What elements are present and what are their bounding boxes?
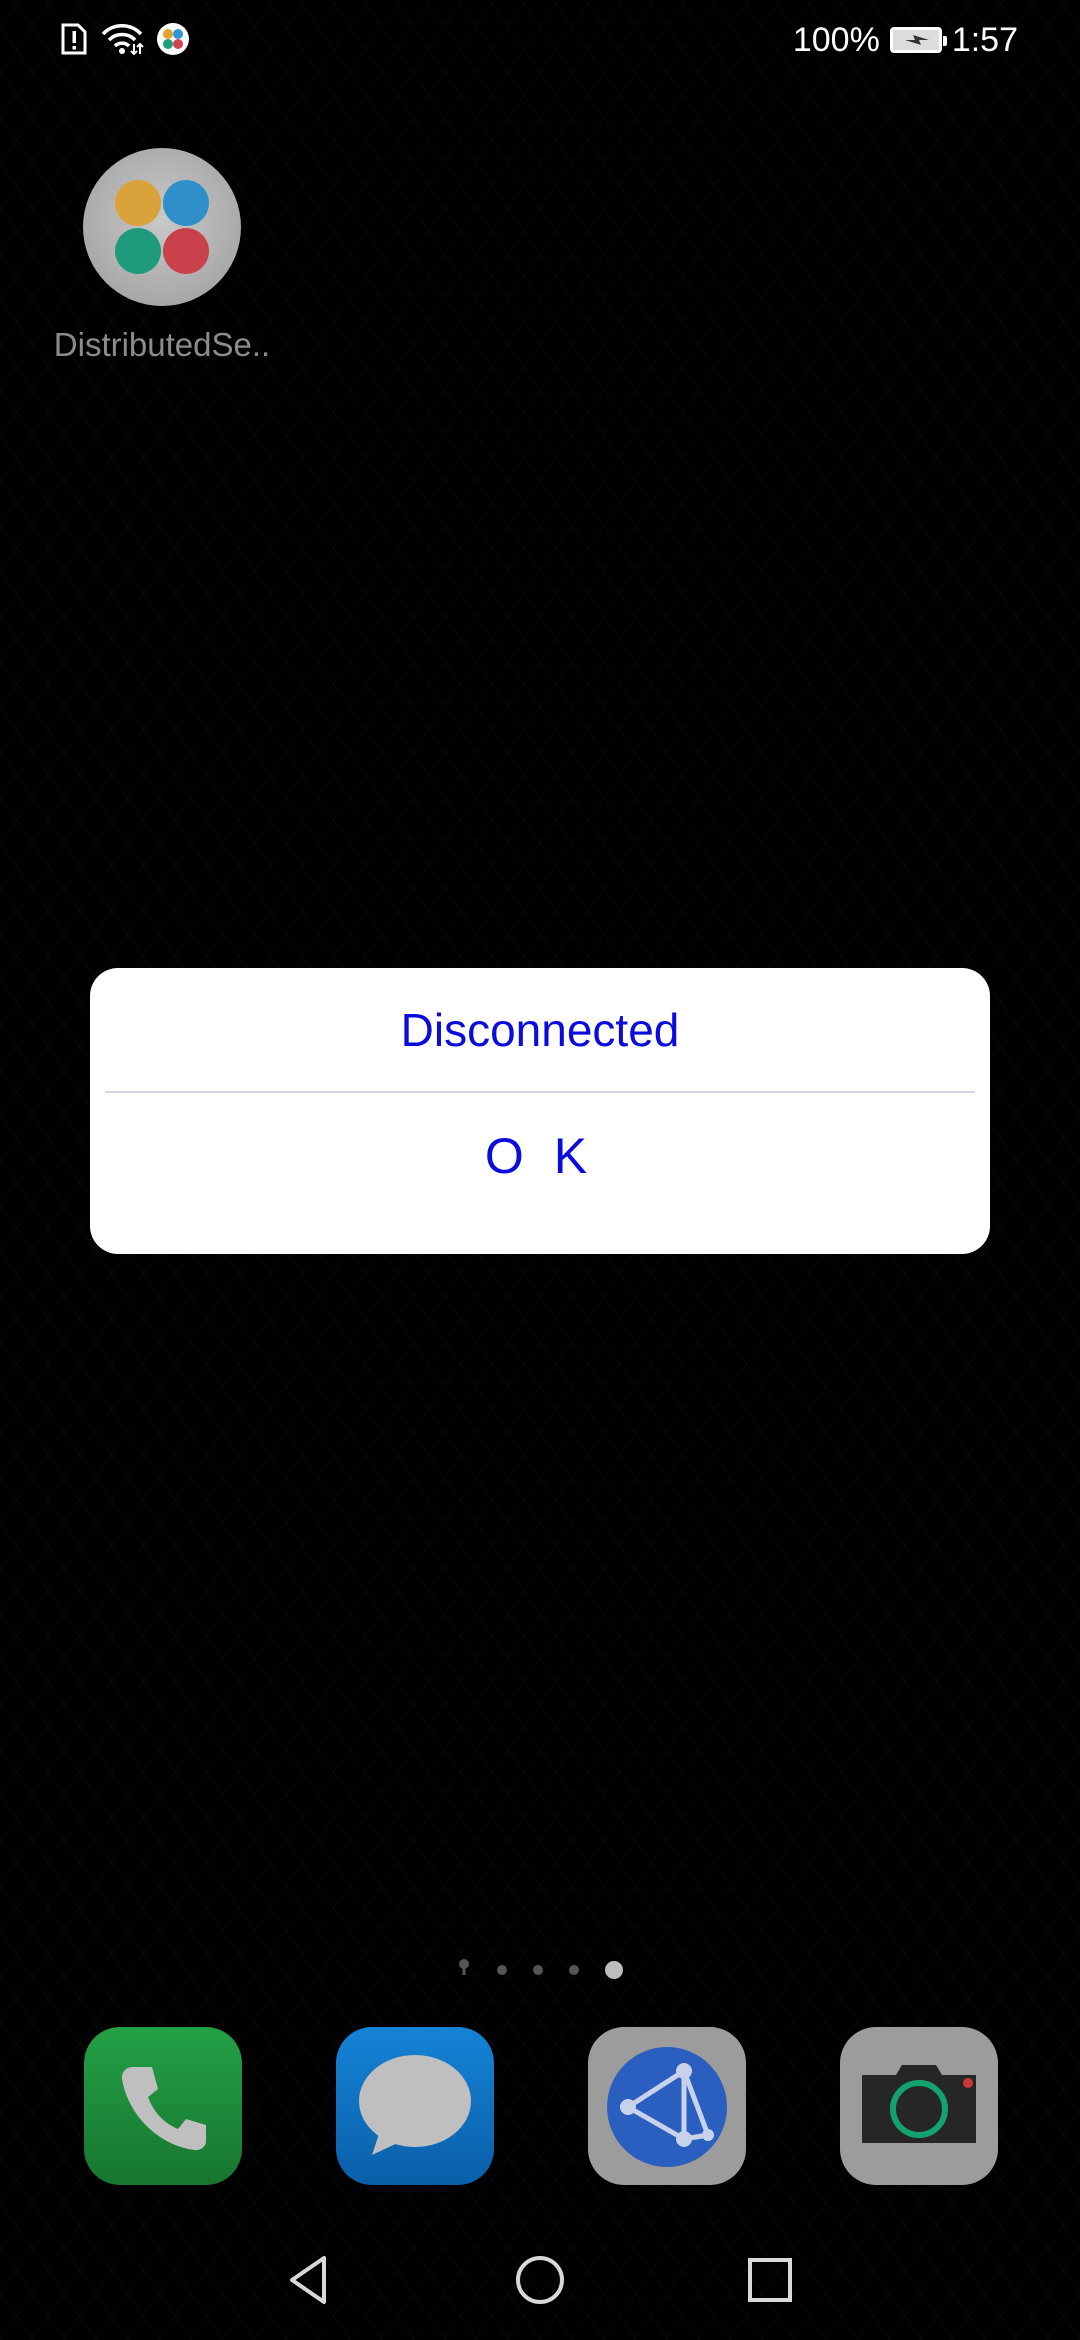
icon-petal-red	[163, 228, 209, 274]
camera-icon	[840, 2065, 998, 2189]
status-bar: 100% 1:57	[0, 0, 1080, 80]
browser-app[interactable]	[588, 2027, 746, 2185]
sim-alert-icon	[60, 22, 88, 61]
back-icon	[280, 2256, 340, 2314]
search-page-indicator-icon	[457, 1958, 471, 1981]
home-screen: 100% 1:57 DistributedSe.. Disconnected O…	[0, 0, 1080, 2340]
icon-petal-yellow	[115, 180, 161, 226]
disconnected-dialog: Disconnected O K	[90, 968, 990, 1254]
dialog-divider	[105, 1091, 975, 1093]
camera-app[interactable]	[840, 2027, 998, 2185]
page-dot	[533, 1964, 543, 1975]
distributed-app-icon	[83, 148, 241, 306]
message-icon	[336, 2055, 494, 2189]
status-left-icons	[60, 20, 190, 62]
icon-petal-blue	[163, 180, 209, 226]
phone-icon	[84, 2067, 242, 2189]
battery-percent: 100%	[792, 20, 880, 59]
recents-button[interactable]	[740, 2250, 800, 2310]
phone-app[interactable]	[84, 2027, 242, 2185]
browser-icon	[588, 2047, 746, 2189]
desktop-app-shortcut[interactable]: DistributedSe..	[44, 148, 280, 364]
back-button[interactable]	[280, 2250, 340, 2310]
page-indicator	[0, 1958, 1080, 1981]
messages-app[interactable]	[336, 2027, 494, 2185]
dialog-title: Disconnected	[400, 1004, 680, 1056]
home-icon	[510, 2256, 570, 2314]
wifi-icon	[100, 22, 144, 61]
ok-button[interactable]: O K	[90, 1094, 990, 1218]
page-dot-active	[605, 1960, 623, 1979]
app-label: DistributedSe..	[53, 326, 271, 363]
recents-icon	[740, 2258, 800, 2314]
clock: 1:57	[951, 20, 1018, 59]
distributed-app-notification-icon	[156, 22, 190, 61]
status-right: 100% 1:57	[793, 18, 1018, 62]
home-button[interactable]	[510, 2250, 570, 2310]
icon-petal-green	[115, 228, 161, 274]
page-dot	[497, 1964, 507, 1975]
page-dot	[569, 1964, 579, 1975]
battery-charging-icon	[889, 27, 947, 53]
